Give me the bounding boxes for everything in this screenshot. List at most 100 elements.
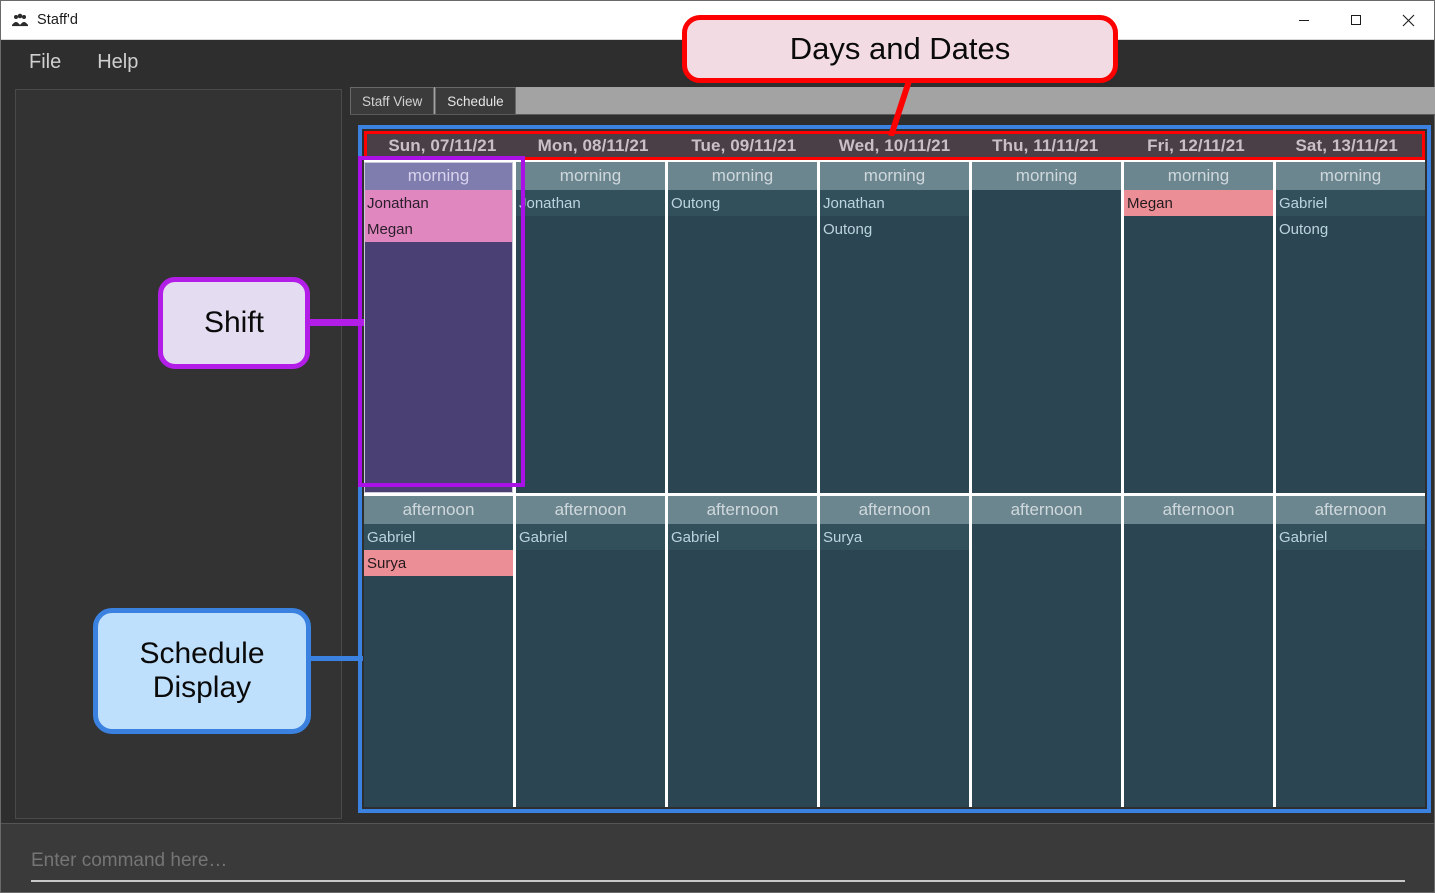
shift-name-list: Surya: [820, 524, 969, 807]
day-header-cell[interactable]: Tue, 09/11/21: [668, 134, 820, 157]
shift-title: afternoon: [668, 496, 817, 524]
days-and-dates-leader-line: [888, 81, 912, 136]
staff-name-row[interactable]: Jonathan: [364, 190, 513, 216]
command-input[interactable]: [31, 846, 1405, 876]
shift-cell[interactable]: afternoon: [1124, 496, 1273, 807]
command-input-underline: [31, 880, 1405, 882]
people-group-icon: [12, 12, 28, 28]
shift-title: morning: [1124, 162, 1273, 190]
shift-cell[interactable]: afternoon Gabriel: [668, 496, 817, 807]
shift-empty-space: [820, 242, 969, 493]
menu-item-help[interactable]: Help: [83, 49, 152, 76]
callout-shift-label: Shift: [203, 306, 265, 340]
staff-name-row[interactable]: Gabriel: [516, 524, 665, 550]
shift-cell[interactable]: morning Jonathan Outong: [820, 162, 969, 493]
staff-name-row[interactable]: Megan: [364, 216, 513, 242]
shift-empty-space: [1276, 242, 1425, 493]
shift-title: morning: [516, 162, 665, 190]
shift-empty-space: [668, 216, 817, 493]
shift-name-list: Gabriel: [1276, 524, 1425, 807]
shift-cell[interactable]: morning Outong: [668, 162, 817, 493]
shift-cell[interactable]: morning Megan: [1124, 162, 1273, 493]
shift-name-list: Megan: [1124, 190, 1273, 493]
shift-name-list: [972, 190, 1121, 493]
shift-name-list: Gabriel: [516, 524, 665, 807]
tab-staff-view-label: Staff View: [362, 93, 423, 109]
shift-empty-space: [364, 576, 513, 807]
staff-name-row[interactable]: Gabriel: [1276, 190, 1425, 216]
maximize-button[interactable]: [1330, 1, 1382, 40]
tab-schedule[interactable]: Schedule: [435, 87, 516, 114]
application-window: Staff'd File Help Staff View Schedule Su…: [0, 0, 1435, 893]
shift-empty-space: [972, 524, 1121, 807]
close-button[interactable]: [1382, 1, 1434, 40]
callout-schedule-display: Schedule Display: [93, 608, 311, 734]
day-header-cell[interactable]: Wed, 10/11/21: [819, 134, 970, 157]
shift-cell[interactable]: afternoon Gabriel: [1276, 496, 1425, 807]
shift-empty-space: [1276, 550, 1425, 807]
shift-empty-space: [516, 216, 665, 493]
schedule-grid: morning Jonathan Megan morning Jonathan morni…: [364, 160, 1425, 807]
shift-cell[interactable]: morning Jonathan: [516, 162, 665, 493]
staff-name-row[interactable]: Megan: [1124, 190, 1273, 216]
day-header-cell[interactable]: Sat, 13/11/21: [1271, 134, 1423, 157]
menu-item-file[interactable]: File: [15, 49, 75, 76]
staff-name-row[interactable]: Outong: [668, 190, 817, 216]
shift-row: afternoon Gabriel Surya afternoon Gabriel aft…: [364, 496, 1425, 807]
shift-row: morning Jonathan Megan morning Jonathan morni…: [364, 162, 1425, 493]
staff-name-row[interactable]: Gabriel: [1276, 524, 1425, 550]
shift-empty-space: [516, 550, 665, 807]
schedule-region: Staff View Schedule Sun, 07/11/21 Mon, 08…: [350, 87, 1435, 819]
staff-name-row[interactable]: Gabriel: [364, 524, 513, 550]
staff-name-row[interactable]: Outong: [1276, 216, 1425, 242]
day-header-cell[interactable]: Thu, 11/11/21: [969, 134, 1121, 157]
callout-schedule-display-label: Schedule Display: [139, 637, 265, 704]
shift-name-list: Jonathan: [516, 190, 665, 493]
shift-cell[interactable]: afternoon Gabriel Surya: [364, 496, 513, 807]
shift-cell[interactable]: afternoon Gabriel: [516, 496, 665, 807]
window-title: Staff'd: [37, 12, 79, 28]
shift-empty-space: [364, 242, 513, 493]
tab-staff-view[interactable]: Staff View: [350, 87, 435, 114]
shift-cell[interactable]: morning: [972, 162, 1121, 493]
shift-title: afternoon: [364, 496, 513, 524]
day-header-cell[interactable]: Mon, 08/11/21: [517, 134, 669, 157]
schedule-display: Sun, 07/11/21 Mon, 08/11/21 Tue, 09/11/21 W…: [358, 125, 1431, 813]
shift-name-list: Gabriel Surya: [364, 524, 513, 807]
shift-cell[interactable]: morning Gabriel Outong: [1276, 162, 1425, 493]
minimize-button[interactable]: [1278, 1, 1330, 40]
shift-name-list: Jonathan Megan: [364, 190, 513, 493]
shift-empty-space: [1124, 524, 1273, 807]
shift-title: afternoon: [820, 496, 969, 524]
shift-cell[interactable]: afternoon: [972, 496, 1121, 807]
staff-name-row[interactable]: Jonathan: [820, 190, 969, 216]
shift-empty-space: [972, 190, 1121, 493]
callout-shift: Shift: [158, 277, 310, 369]
callout-days-and-dates: Days and Dates: [682, 15, 1118, 83]
shift-leader-line: [308, 319, 364, 326]
shift-title: morning: [1276, 162, 1425, 190]
shift-title: afternoon: [1276, 496, 1425, 524]
staff-name-row[interactable]: Surya: [820, 524, 969, 550]
staff-name-row[interactable]: Jonathan: [516, 190, 665, 216]
window-controls: [1278, 1, 1434, 40]
day-header-cell[interactable]: Sun, 07/11/21: [367, 134, 518, 157]
shift-cell[interactable]: morning Jonathan Megan: [364, 162, 513, 493]
staff-name-row[interactable]: Gabriel: [668, 524, 817, 550]
staff-name-row[interactable]: Surya: [364, 550, 513, 576]
shift-title: morning: [820, 162, 969, 190]
shift-empty-space: [1124, 216, 1273, 493]
shift-name-list: [1124, 524, 1273, 807]
shift-name-list: Jonathan Outong: [820, 190, 969, 493]
shift-cell[interactable]: afternoon Surya: [820, 496, 969, 807]
tab-schedule-label: Schedule: [447, 93, 504, 109]
shift-empty-space: [820, 550, 969, 807]
shift-name-list: Gabriel Outong: [1276, 190, 1425, 493]
staff-name-row[interactable]: Outong: [820, 216, 969, 242]
shift-name-list: Outong: [668, 190, 817, 493]
day-header-cell[interactable]: Fri, 12/11/21: [1120, 134, 1272, 157]
schedule-display-leader-line: [308, 656, 363, 661]
command-bar: [1, 823, 1434, 892]
shift-name-list: Gabriel: [668, 524, 817, 807]
shift-title: afternoon: [1124, 496, 1273, 524]
